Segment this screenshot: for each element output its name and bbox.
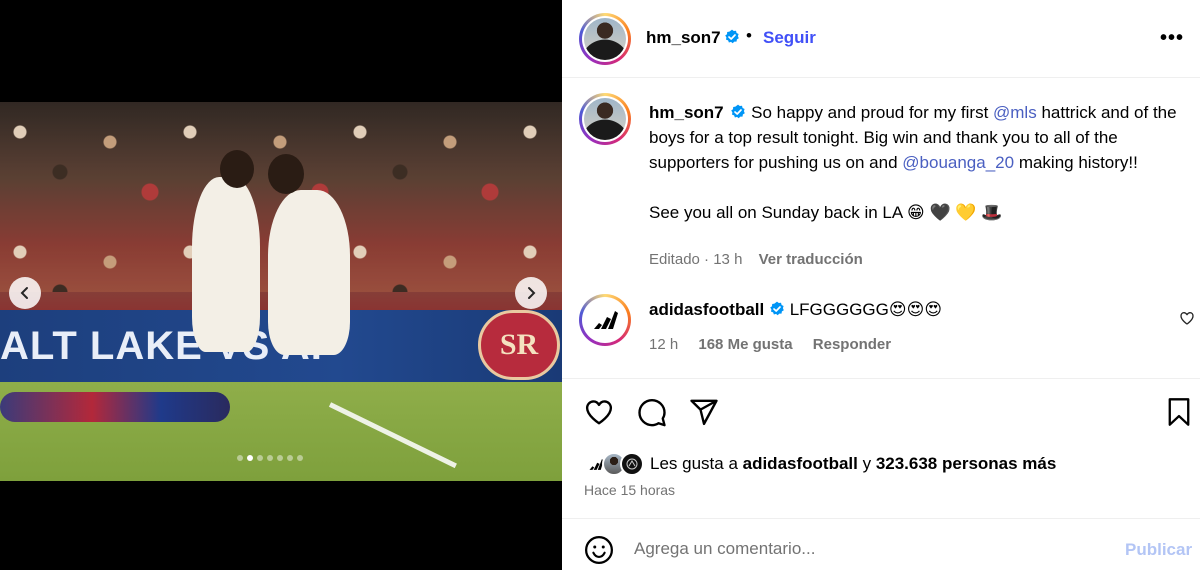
carousel-dot[interactable] xyxy=(267,455,273,461)
chevron-left-icon xyxy=(20,287,28,299)
comment-bubble-icon[interactable] xyxy=(637,397,667,427)
player-left xyxy=(192,177,260,352)
post-time: Hace 15 horas xyxy=(584,482,676,498)
caption-text-3: making history!! xyxy=(1014,153,1138,172)
comment-heart-icon[interactable] xyxy=(1179,310,1195,326)
comment-meta: 12 h 168 Me gusta Responder xyxy=(649,336,907,353)
post-panel: hm_son7 • Seguir ••• hm_son7 So happy an… xyxy=(562,0,1200,570)
caption-age: 13 h xyxy=(713,251,743,268)
mention-bouanga-link[interactable]: @bouanga_20 xyxy=(902,153,1014,172)
carousel-dot[interactable] xyxy=(257,455,263,461)
carousel-dot[interactable] xyxy=(287,455,293,461)
share-send-icon[interactable] xyxy=(689,397,719,427)
carousel-dot[interactable] xyxy=(247,455,253,461)
carousel-dot[interactable] xyxy=(297,455,303,461)
reply-button[interactable]: Responder xyxy=(813,336,891,353)
chevron-right-icon xyxy=(528,287,536,299)
carousel-dots xyxy=(237,455,303,461)
media-panel: ALT LAKE VS AF SR xyxy=(0,0,562,570)
comment-likes-link[interactable]: 168 Me gusta xyxy=(698,336,792,353)
more-options-icon[interactable]: ••• xyxy=(1160,28,1184,48)
caption-line-2: See you all on Sunday back in LA 😁 🖤 💛 🎩 xyxy=(649,203,1003,222)
edited-label: Editado xyxy=(649,251,700,268)
adidas-logo-icon xyxy=(594,311,618,329)
likes-text: Les gusta a adidasfootball y 323.638 per… xyxy=(650,454,1056,474)
post-header: hm_son7 • Seguir ••• xyxy=(562,0,1200,78)
author-avatar[interactable] xyxy=(579,13,631,65)
emoji-smiley-icon[interactable] xyxy=(584,535,614,565)
carousel-prev-button[interactable] xyxy=(9,277,41,309)
caption-author-avatar[interactable] xyxy=(579,93,631,145)
verified-badge-icon xyxy=(731,104,746,119)
verified-badge-icon xyxy=(770,301,784,316)
follow-button[interactable]: Seguir xyxy=(763,28,816,48)
commenter-username[interactable]: adidasfootball xyxy=(649,300,764,319)
likes-summary: Les gusta a adidasfootball y 323.638 per… xyxy=(584,451,1056,477)
likes-count-link[interactable]: 323.638 personas más xyxy=(876,454,1057,473)
bookmark-icon[interactable] xyxy=(1165,397,1193,427)
fallen-player xyxy=(0,392,230,422)
carousel-dot[interactable] xyxy=(277,455,283,461)
post-photo[interactable]: ALT LAKE VS AF SR xyxy=(0,102,562,481)
comment-input[interactable] xyxy=(634,534,1104,564)
comment-age: 12 h xyxy=(649,336,679,353)
carousel-next-button[interactable] xyxy=(515,277,547,309)
comment: adidasfootball LFGGGGGG😍😍😍 xyxy=(649,300,942,320)
comment-body: LFGGGGGG😍😍😍 xyxy=(789,300,943,319)
carousel-dot[interactable] xyxy=(237,455,243,461)
likes-user-link[interactable]: adidasfootball xyxy=(743,454,858,473)
publish-button[interactable]: Publicar xyxy=(1125,540,1192,560)
author-username[interactable]: hm_son7 xyxy=(646,28,721,48)
comment-divider xyxy=(562,518,1200,519)
mention-mls-link[interactable]: @mls xyxy=(993,103,1037,122)
header-separator: • xyxy=(746,26,752,45)
likes-prefix: Les gusta a xyxy=(650,454,743,473)
post-caption: hm_son7 So happy and proud for my first … xyxy=(649,100,1179,250)
caption-username[interactable]: hm_son7 xyxy=(649,103,724,122)
commenter-avatar[interactable] xyxy=(579,294,631,346)
player-right-head xyxy=(268,154,304,194)
actions-divider xyxy=(562,378,1200,379)
translate-link[interactable]: Ver traducción xyxy=(759,251,863,268)
caption-meta: Editado · 13 h Ver traducción xyxy=(649,251,863,268)
verified-badge-icon xyxy=(725,29,739,44)
player-right xyxy=(268,190,350,355)
caption-text-1: So happy and proud for my first xyxy=(751,103,994,122)
likes-middle: y xyxy=(857,454,876,473)
rsl-logo: SR xyxy=(478,310,560,380)
liker-avatar-mls[interactable] xyxy=(620,452,644,476)
player-left-head xyxy=(220,150,254,188)
like-heart-icon[interactable] xyxy=(584,397,614,427)
